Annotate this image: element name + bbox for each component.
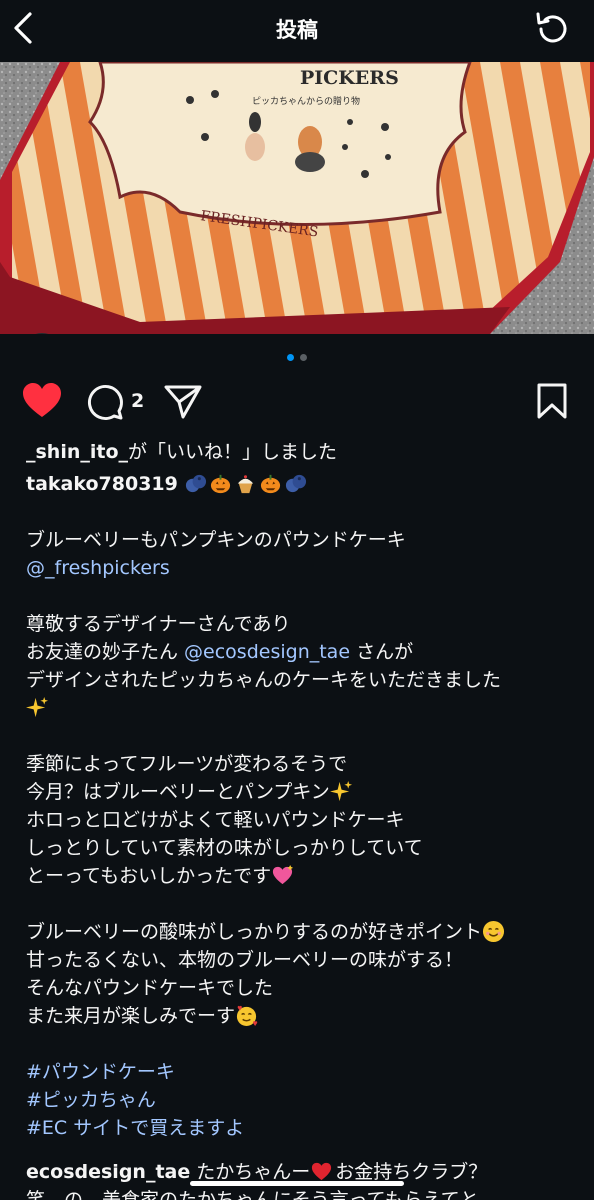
caption-gap bbox=[26, 498, 586, 526]
smiling-face-with-hearts-icon bbox=[236, 1005, 258, 1027]
red-heart-icon bbox=[312, 1162, 332, 1181]
carousel-dot-active bbox=[287, 354, 294, 361]
carousel-indicator bbox=[0, 354, 594, 362]
bookmark-icon bbox=[537, 383, 567, 419]
action-bar: 2 bbox=[0, 380, 594, 424]
caption-text: さんが bbox=[350, 641, 414, 663]
caption-gap bbox=[26, 582, 586, 610]
comment-text-continued: お金持ちクラブ？ bbox=[335, 1161, 488, 1183]
hashtag-link[interactable]: #ピッカちゃん bbox=[26, 1089, 156, 1111]
caption-line: 今月？はブルーベリーとパンプキン bbox=[26, 778, 586, 806]
svg-text:PICKERS: PICKERS bbox=[300, 67, 399, 89]
top-bar: 投稿 bbox=[0, 0, 594, 58]
caption-text: また来月が楽しみでーす bbox=[26, 1005, 236, 1027]
mention-link[interactable]: @_freshpickers bbox=[26, 557, 170, 579]
liked-by-suffix: が「いいね！」しました bbox=[128, 441, 338, 463]
caption-line: そんなパウンドケーキでした bbox=[26, 977, 274, 999]
caption-text: お友達の妙子たん bbox=[26, 641, 185, 663]
like-button[interactable] bbox=[22, 382, 62, 424]
comment-author[interactable]: ecosdesign_tae bbox=[26, 1161, 190, 1183]
page-title: 投稿 bbox=[276, 18, 318, 42]
liked-by: _shin_ito_が「いいね！」しました bbox=[26, 438, 337, 466]
carousel-dot bbox=[300, 354, 307, 361]
caption-line: #パウンドケーキ bbox=[26, 1058, 586, 1086]
post-photo[interactable]: PICKERS ピッカちゃんからの贈り物 FRESHPICKERS bbox=[0, 62, 594, 334]
blueberry-icon bbox=[285, 474, 306, 493]
hashtag-link[interactable]: #EC サイトで買えますよ bbox=[26, 1117, 244, 1139]
caption-line: 季節によってフルーツが変わるそうで bbox=[26, 753, 348, 775]
heart-filled-icon bbox=[23, 383, 61, 417]
caption-line: ブルーベリーの酸味がしっかりするのが好きポイント bbox=[26, 918, 586, 946]
caption-line: また来月が楽しみでーす bbox=[26, 1002, 586, 1030]
caption-line: @_freshpickers bbox=[26, 554, 586, 582]
send-icon bbox=[164, 385, 202, 419]
caption-text: 今月？はブルーベリーとパンプキン bbox=[26, 781, 330, 803]
comment-button[interactable] bbox=[86, 383, 124, 425]
caption-line: #ピッカちゃん bbox=[26, 1086, 586, 1114]
caption-line: 甘ったるくない、本物のブルーベリーの味がする！ bbox=[26, 949, 464, 971]
sparkling-heart-icon bbox=[273, 864, 294, 885]
caption-line bbox=[26, 694, 586, 722]
caption-line: ホロっと口どけがよくて軽いパウンドケーキ bbox=[26, 809, 405, 831]
comment-icon bbox=[88, 385, 123, 420]
post-caption: takako780319 ブルーベリーもパンプキンのパウンドケーキ @_fres… bbox=[26, 470, 586, 1142]
cake-box-image: PICKERS ピッカちゃんからの贈り物 FRESHPICKERS bbox=[0, 62, 594, 334]
refresh-icon bbox=[536, 12, 567, 43]
comment-count: 2 bbox=[131, 390, 145, 412]
cupcake-icon bbox=[237, 475, 254, 494]
svg-text:ピッカちゃんからの贈り物: ピッカちゃんからの贈り物 bbox=[252, 95, 360, 107]
comment-text: たかちゃんー bbox=[190, 1161, 311, 1183]
caption-line: しっとりしていて素材の味がしっかりしていて bbox=[26, 837, 423, 859]
caption-line: お友達の妙子たん @ecosdesign_tae さんが bbox=[26, 638, 586, 666]
share-button[interactable] bbox=[163, 383, 203, 425]
caption-author-line: takako780319 bbox=[26, 470, 586, 498]
jack-o-lantern-icon bbox=[260, 474, 281, 494]
liked-by-user[interactable]: _shin_ito_ bbox=[26, 441, 128, 463]
sparkles-icon bbox=[329, 780, 352, 802]
home-indicator[interactable] bbox=[190, 1181, 404, 1186]
caption-text: ブルーベリーの酸味がしっかりするのが好きポイント bbox=[26, 921, 483, 943]
smiling-face-icon bbox=[482, 920, 505, 943]
sparkles-icon bbox=[26, 696, 49, 718]
mention-link[interactable]: @ecosdesign_tae bbox=[184, 641, 350, 663]
caption-line: 尊敬するデザイナーさんであり bbox=[26, 613, 291, 635]
caption-text: とーってもおいしかったです bbox=[26, 865, 272, 887]
caption-line: #EC サイトで買えますよ bbox=[26, 1114, 586, 1142]
caption-author[interactable]: takako780319 bbox=[26, 473, 178, 495]
caption-line: ブルーベリーもパンプキンのパウンドケーキ bbox=[26, 529, 406, 551]
refresh-button[interactable] bbox=[532, 9, 572, 49]
save-button[interactable] bbox=[535, 382, 569, 424]
caption-gap bbox=[26, 1030, 586, 1058]
jack-o-lantern-icon bbox=[210, 474, 231, 494]
caption-gap bbox=[26, 722, 586, 750]
hashtag-link[interactable]: #パウンドケーキ bbox=[26, 1061, 175, 1083]
blueberry-icon bbox=[185, 474, 206, 493]
caption-line: デザインされたピッカちゃんのケーキをいただきました bbox=[26, 669, 502, 691]
comment-item-line2: 笑 の 美食家のたかちゃんにそう言ってもらえてと bbox=[26, 1189, 479, 1200]
caption-gap bbox=[26, 890, 586, 918]
caption-line: とーってもおいしかったです bbox=[26, 862, 586, 890]
